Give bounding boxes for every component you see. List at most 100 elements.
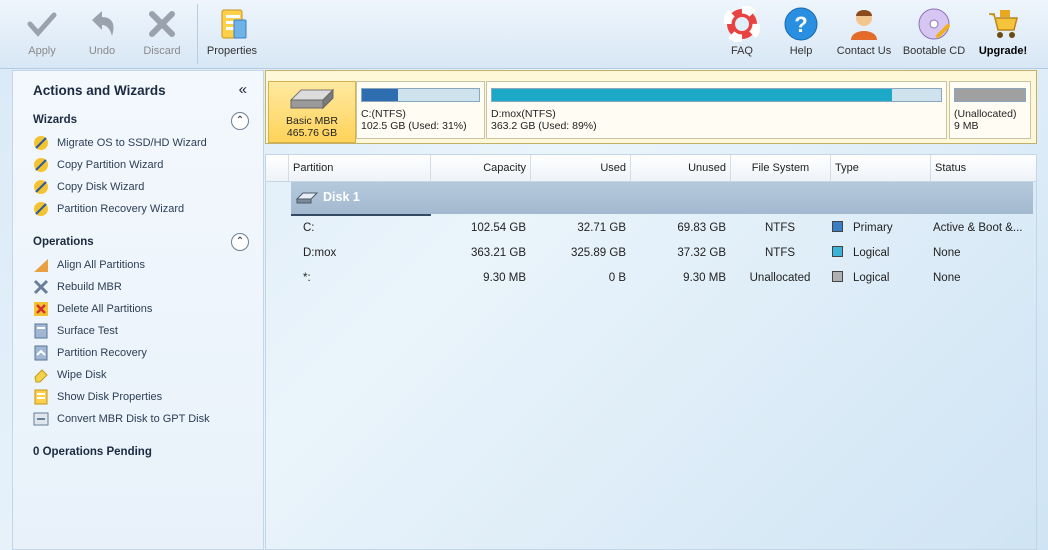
disk-map: Basic MBR 465.76 GB C:(NTFS) 102.5 GB (U…	[265, 70, 1037, 144]
cell-unused: 9.30 MB	[683, 272, 726, 284]
type-color-swatch	[832, 271, 843, 283]
item-label: Migrate OS to SSD/HD Wizard	[57, 137, 207, 149]
cell-status: Active & Boot &...	[933, 222, 1023, 234]
delete-all-partitions-item[interactable]: Delete All Partitions	[33, 299, 152, 319]
undo-button[interactable]: Undo	[74, 0, 130, 66]
contact-us-label: Contact Us	[836, 45, 892, 57]
usage-bar	[491, 88, 942, 102]
rebuild-mbr-item[interactable]: Rebuild MBR	[33, 277, 122, 297]
align-all-partitions-item[interactable]: Align All Partitions	[33, 255, 145, 275]
type-color-swatch	[832, 246, 843, 258]
col-capacity[interactable]: Capacity	[430, 155, 530, 181]
cell-partition: C:	[303, 222, 315, 234]
properties-label: Properties	[206, 45, 258, 57]
eraser-icon	[34, 369, 48, 383]
disk-map-partition-d[interactable]: D:mox(NTFS) 363.2 GB (Used: 89%)	[486, 81, 947, 139]
cell-status: None	[933, 272, 961, 284]
item-label: Surface Test	[57, 325, 118, 337]
disk-size: 465.76 GB	[286, 127, 338, 139]
apply-label: Apply	[28, 45, 56, 57]
item-label: Convert MBR Disk to GPT Disk	[57, 413, 210, 425]
type-label: Logical	[853, 272, 890, 284]
item-label: Rebuild MBR	[57, 281, 122, 293]
cell-partition: *:	[303, 272, 311, 284]
item-label: Copy Partition Wizard	[57, 159, 164, 171]
wizard-wand-icon	[34, 202, 48, 217]
convert-mbr-to-gpt-item[interactable]: Convert MBR Disk to GPT Disk	[33, 409, 210, 429]
wizard-wand-icon	[34, 180, 48, 195]
operations-collapse-icon[interactable]: ⌃	[231, 233, 249, 251]
bootable-cd-label: Bootable CD	[902, 45, 966, 57]
collapse-panel-icon[interactable]: «	[239, 81, 247, 98]
copy-disk-wizard-item[interactable]: Copy Disk Wizard	[33, 177, 144, 197]
svg-text:?: ?	[794, 12, 807, 37]
usage-fill	[492, 89, 892, 101]
col-partition[interactable]: Partition	[288, 155, 430, 181]
surface-test-icon	[34, 323, 48, 339]
table-row[interactable]: C: 102.54 GB 32.71 GB 69.83 GB NTFS Prim…	[266, 216, 1036, 241]
type-color-swatch	[832, 221, 843, 233]
cell-capacity: 102.54 GB	[471, 222, 526, 234]
copy-partition-wizard-item[interactable]: Copy Partition Wizard	[33, 155, 163, 175]
table-row[interactable]: D:mox 363.21 GB 325.89 GB 37.32 GB NTFS …	[266, 241, 1036, 266]
toolbar-separator	[197, 4, 198, 64]
wipe-disk-item[interactable]: Wipe Disk	[33, 365, 107, 385]
disk-map-disk-block[interactable]: Basic MBR 465.76 GB	[268, 81, 356, 143]
usage-fill	[362, 89, 399, 101]
migrate-os-wizard-item[interactable]: Migrate OS to SSD/HD Wizard	[33, 133, 207, 153]
col-used[interactable]: Used	[530, 155, 630, 181]
panel-title: Actions and Wizards	[33, 83, 166, 98]
partition-usage: 363.2 GB (Used: 89%)	[491, 120, 597, 132]
faq-button[interactable]: FAQ	[715, 0, 769, 66]
convert-gpt-icon	[33, 412, 49, 426]
usage-bar	[954, 88, 1026, 102]
type-label: Primary	[853, 222, 893, 234]
actions-wizards-panel: Actions and Wizards « Wizards ⌃ Migrate …	[12, 70, 264, 550]
cell-unused: 69.83 GB	[677, 222, 726, 234]
wizards-collapse-icon[interactable]: ⌃	[231, 112, 249, 130]
partition-usage: 9 MB	[954, 120, 979, 132]
show-disk-properties-item[interactable]: Show Disk Properties	[33, 387, 162, 407]
col-unused[interactable]: Unused	[630, 155, 730, 181]
check-icon	[27, 12, 57, 37]
contact-person-icon	[851, 10, 877, 40]
cell-file-system: NTFS	[764, 222, 796, 234]
table-row[interactable]: *: 9.30 MB 0 B 9.30 MB Unallocated Logic…	[266, 266, 1036, 291]
discard-x-icon	[149, 11, 175, 37]
partition-name: C:(NTFS)	[361, 108, 406, 120]
partition-usage: 102.5 GB (Used: 31%)	[361, 120, 467, 132]
discard-button[interactable]: Discard	[134, 0, 190, 66]
hard-disk-icon	[289, 88, 335, 110]
wizard-wand-icon	[34, 158, 48, 173]
delete-icon	[34, 302, 48, 317]
toolbar: Apply Undo Discard Properties FAQ ? Help…	[0, 0, 1048, 69]
apply-button[interactable]: Apply	[14, 0, 70, 66]
type-label: Logical	[853, 247, 890, 259]
col-status[interactable]: Status	[930, 155, 1036, 181]
disk-1-row[interactable]: Disk 1	[291, 182, 1033, 216]
cell-capacity: 9.30 MB	[483, 272, 526, 284]
partition-recovery-item[interactable]: Partition Recovery	[33, 343, 147, 363]
contact-us-button[interactable]: Contact Us	[833, 0, 895, 66]
surface-test-item[interactable]: Surface Test	[33, 321, 118, 341]
partition-text: (Unallocated) 9 MB	[954, 108, 1016, 132]
help-question-icon: ?	[784, 7, 818, 41]
faq-label: FAQ	[730, 45, 753, 57]
operations-pending-label: 0 Operations Pending	[33, 446, 152, 458]
properties-button[interactable]: Properties	[202, 0, 262, 66]
operations-heading: Operations	[33, 236, 94, 248]
item-label: Show Disk Properties	[57, 391, 163, 403]
bootable-cd-button[interactable]: Bootable CD	[899, 0, 969, 66]
disk-block-text: Basic MBR 465.76 GB	[269, 115, 355, 139]
disk-map-partition-c[interactable]: C:(NTFS) 102.5 GB (Used: 31%)	[356, 81, 485, 139]
cell-status: None	[933, 247, 961, 259]
col-file-system[interactable]: File System	[730, 155, 830, 181]
partition-recovery-wizard-item[interactable]: Partition Recovery Wizard	[33, 199, 184, 219]
usage-bar	[361, 88, 480, 102]
upgrade-button[interactable]: Upgrade!	[973, 0, 1033, 66]
disk-map-unallocated[interactable]: (Unallocated) 9 MB	[949, 81, 1031, 139]
help-button[interactable]: ? Help	[773, 0, 829, 66]
item-label: Partition Recovery Wizard	[57, 203, 185, 215]
col-type[interactable]: Type	[830, 155, 930, 181]
lifebuoy-icon	[724, 6, 760, 42]
